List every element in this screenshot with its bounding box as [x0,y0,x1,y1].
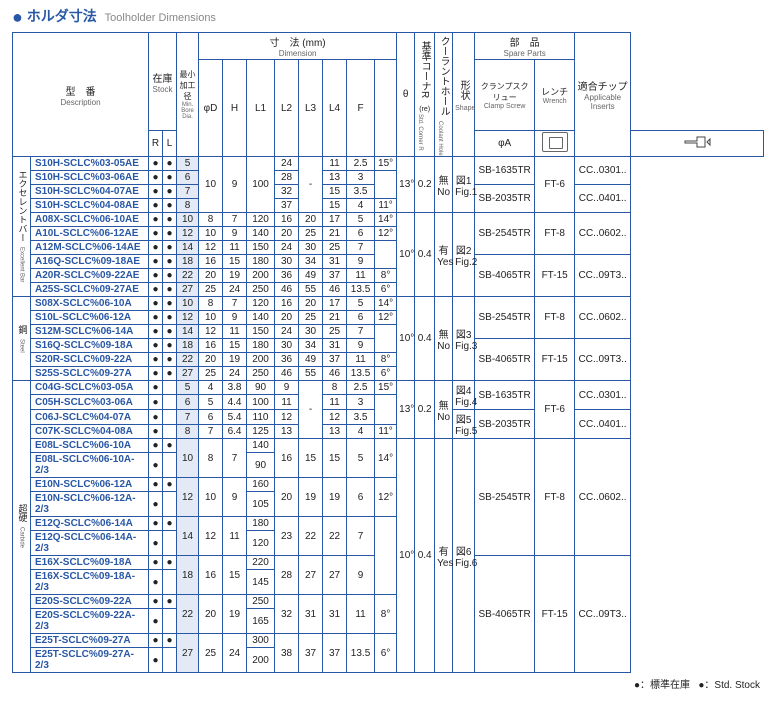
table-row: 超硬Carbide C04G-SCLC%03-05A543.8909-82.51… [13,381,764,395]
group-label: 鋼Steel [13,297,31,381]
hdr-clamp-icon [535,131,575,157]
hdr-stock: 在庫Stock [149,32,177,131]
hdr-coolant: クーラントホールCoolant Hole [435,32,453,157]
table-row: A20R-SCLC%09-22AE222019200364937118° [13,269,764,283]
table-row: S10L-SCLC%06-12A12109140202521612° [13,311,764,325]
group-label: エクセレントバーExcellent Bar [13,157,31,297]
hdr-phiA: φA [475,131,535,157]
hdr-L: L [163,131,177,157]
hdr-R: R [149,131,163,157]
hdr-minbore: 最小加工径Min. Bore Dia. [177,32,199,157]
bullet-icon: ● [12,7,23,27]
title-en: Toolholder Dimensions [105,12,216,24]
hdr-L1: L1 [247,59,275,157]
hdr-F: F [347,59,375,157]
wrench-icon [683,133,711,151]
hdr-spare: 部 品Spare Parts [475,32,575,59]
hdr-description: 型 番Description [13,32,149,157]
table-row: S20R-SCLC%09-22A222019200364937118° [13,353,764,367]
hdr-inserts: 適合チップApplicable Inserts [575,32,631,157]
hdr-H: H [223,59,247,157]
table-row: A08X-SCLC%06-10AE1087120162017514° 10°0.… [13,213,764,227]
legend-jp: ●：標準在庫 [634,680,690,691]
hdr-wrench: レンチWrench [535,59,575,131]
dimension-table: 型 番Description 在庫Stock 最小加工径Min. Bore Di… [12,32,764,674]
table-row: A12M-SCLC%06-14AE1412111502430257 [13,241,764,255]
hdr-cornerR: 基準コーナR(re)Std. Corner R [415,32,435,157]
legend: ●：標準在庫 ●：Std. Stock [12,676,766,691]
table-row: E10N-SCLC%06-12A12109160201919612° [13,478,764,492]
table-row: エクセレントバーExcellent Bar S10H-SCLC%03-05AE … [13,157,764,171]
hdr-shape: 形状Shape [453,32,475,157]
legend-en: ●：Std. Stock [698,680,760,691]
hdr-theta: θ [397,32,415,157]
model: S10H-SCLC%03-05AE [31,157,149,171]
hdr-L4: L4 [323,59,347,157]
title-jp: ホルダ寸法 [27,8,97,24]
table-row: C07K-SCLC%04-08A876.41251313411° [13,424,764,439]
table-row: E20S-SCLC%09-22A222019250323131118° [13,595,764,609]
table-row: A25S-SCLC%09-27AE27252425046554613.56° [13,283,764,297]
hdr-clamp: クランプスクリューClamp Screw [475,59,535,131]
hdr-dim: 寸 法 (mm)Dimension [199,32,397,59]
hdr-wrench-icon [631,131,764,157]
table-row: S12M-SCLC%06-14A1412111502430257 [13,325,764,339]
hdr-theta2 [375,59,397,157]
table-row: S10H-SCLC%04-08AE83715411° [13,199,764,213]
hdr-phiD: φD [199,59,223,157]
clamp-screw-icon [542,132,568,152]
table-row: E25T-SCLC%09-27A27252430038373713.56° [13,634,764,648]
table-row: E08L-SCLC%06-10A1087140161515514° 10°0.4… [13,439,764,453]
group-label: 超硬Carbide [13,381,31,673]
table-row: 鋼Steel S08X-SCLC%06-10A1087120162017514°… [13,297,764,311]
table-row: E12Q-SCLC%06-14A1412111802322227 [13,517,764,531]
table-row: S25S-SCLC%09-27A27252425046554613.56° [13,367,764,381]
hdr-L3: L3 [299,59,323,157]
table-row: S10H-SCLC%03-06AE628133 [13,171,764,185]
hdr-L2: L2 [275,59,299,157]
table-row: A10L-SCLC%06-12AE12109140202521612° [13,227,764,241]
table-row: C05H-SCLC%03-06A654.410011113 [13,395,764,410]
page-title: ● ホルダ寸法 Toolholder Dimensions [12,6,766,28]
